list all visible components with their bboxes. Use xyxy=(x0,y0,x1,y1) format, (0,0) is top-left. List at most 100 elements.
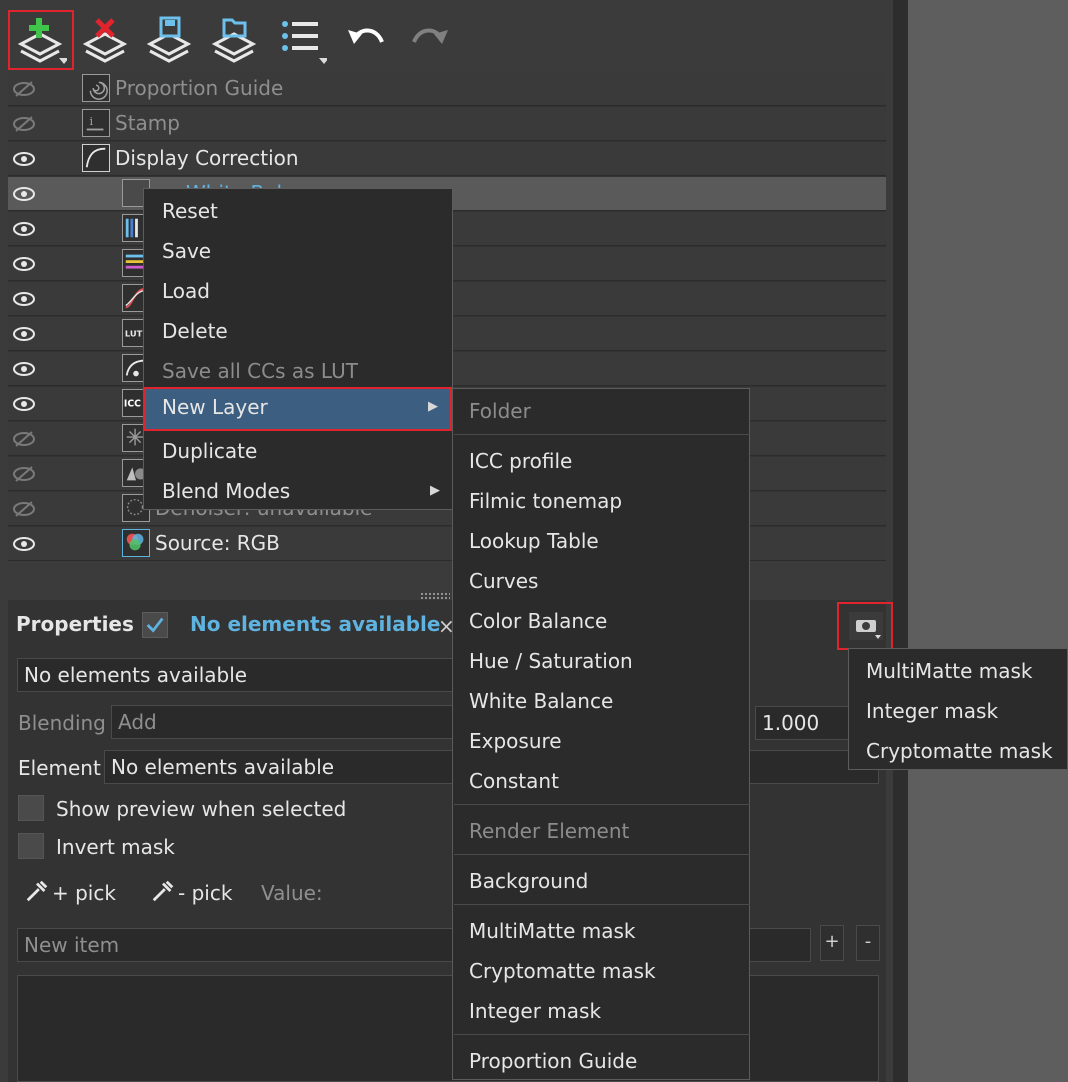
layer-list-button[interactable] xyxy=(273,14,327,64)
show-preview-label: Show preview when selected xyxy=(56,797,347,821)
layer-row-display-correction[interactable]: Display Correction xyxy=(8,142,886,176)
menu-separator xyxy=(454,804,750,805)
panel-divider xyxy=(893,0,908,1082)
submenu-item-folder[interactable]: Folder xyxy=(453,391,749,431)
eye-icon[interactable] xyxy=(12,220,36,238)
save-layer-icon xyxy=(146,16,192,63)
submenu-item-filmic-tonemap[interactable]: Filmic tonemap xyxy=(453,481,749,521)
pick-plus-label: + pick xyxy=(52,881,116,905)
mask-menu-item-cryptomatte[interactable]: Cryptomatte mask xyxy=(849,731,1067,771)
menu-item-label: Blend Modes xyxy=(162,479,291,503)
menu-item-new-layer[interactable]: New Layer ▶ xyxy=(144,387,452,431)
panel-splitter[interactable] xyxy=(420,592,450,600)
layer-row-proportion-guide[interactable]: Proportion Guide xyxy=(8,72,886,106)
submenu-item-background[interactable]: Background xyxy=(453,861,749,901)
show-preview-checkbox[interactable] xyxy=(18,795,44,821)
layers-toolbar xyxy=(0,0,893,72)
layer-name: Proportion Guide xyxy=(115,76,284,100)
eye-icon[interactable] xyxy=(12,535,36,553)
menu-item-load[interactable]: Load xyxy=(144,271,452,311)
invert-mask-label: Invert mask xyxy=(56,835,175,859)
menu-separator xyxy=(454,434,750,435)
new-layer-submenu: Folder ICC profile Filmic tonemap Lookup… xyxy=(452,388,750,1080)
element-label: Element xyxy=(18,756,101,780)
hidden-icon[interactable] xyxy=(12,465,36,483)
undo-icon xyxy=(348,28,384,44)
element-type-select[interactable]: No elements available xyxy=(17,658,457,692)
svg-text:LUT: LUT xyxy=(125,329,143,339)
value-label: Value: xyxy=(261,881,323,905)
eye-icon[interactable] xyxy=(12,360,36,378)
invert-mask-checkbox[interactable] xyxy=(18,833,44,859)
mask-icon xyxy=(856,620,881,639)
menu-item-save[interactable]: Save xyxy=(144,231,452,271)
hidden-icon[interactable] xyxy=(12,80,36,98)
submenu-item-proportion-guide[interactable]: Proportion Guide xyxy=(453,1041,749,1081)
add-item-button[interactable]: + xyxy=(820,925,844,961)
new-item-input-extension[interactable] xyxy=(749,928,811,962)
save-layer-button[interactable] xyxy=(142,14,196,64)
enable-checkbox[interactable] xyxy=(142,612,168,638)
element-select[interactable]: No elements available xyxy=(104,750,457,784)
menu-item-save-all-ccs-as-lut[interactable]: Save all CCs as LUT xyxy=(144,351,452,391)
layer-context-menu: Reset Save Load Delete Save all CCs as L… xyxy=(143,188,453,510)
submenu-item-lookup-table[interactable]: Lookup Table xyxy=(453,521,749,561)
checkmark-icon xyxy=(146,617,164,633)
properties-title: Properties xyxy=(16,612,134,636)
eye-icon[interactable] xyxy=(12,395,36,413)
eyedropper-icon xyxy=(26,880,48,902)
redo-button[interactable] xyxy=(402,14,456,64)
layer-name: Display Correction xyxy=(115,146,299,170)
menu-item-duplicate[interactable]: Duplicate xyxy=(144,431,452,471)
undo-button[interactable] xyxy=(340,14,394,64)
submenu-item-cryptomatte-mask[interactable]: Cryptomatte mask xyxy=(453,951,749,991)
load-layer-button[interactable] xyxy=(207,14,261,64)
add-mask-button[interactable] xyxy=(849,612,883,640)
submenu-item-render-element[interactable]: Render Element xyxy=(453,811,749,851)
submenu-item-multimatte-mask[interactable]: MultiMatte mask xyxy=(453,911,749,951)
pick-plus-button[interactable]: + pick xyxy=(24,878,120,908)
layer-list-icon xyxy=(282,21,327,64)
hidden-icon[interactable] xyxy=(12,115,36,133)
eye-icon[interactable] xyxy=(12,255,36,273)
add-layer-button[interactable] xyxy=(13,14,67,64)
hidden-icon[interactable] xyxy=(12,430,36,448)
eye-icon[interactable] xyxy=(12,185,36,203)
new-item-input[interactable]: New item xyxy=(17,928,457,962)
submenu-item-constant[interactable]: Constant xyxy=(453,761,749,801)
submenu-item-hue-saturation[interactable]: Hue / Saturation xyxy=(453,641,749,681)
menu-separator xyxy=(454,854,750,855)
submenu-item-curves[interactable]: Curves xyxy=(453,561,749,601)
submenu-arrow-icon: ▶ xyxy=(428,399,438,414)
delete-layer-icon xyxy=(82,18,128,63)
remove-item-button[interactable]: - xyxy=(856,925,880,961)
blending-select[interactable]: Add xyxy=(111,705,457,739)
menu-item-delete[interactable]: Delete xyxy=(144,311,452,351)
submenu-item-color-balance[interactable]: Color Balance xyxy=(453,601,749,641)
mask-menu-item-integer[interactable]: Integer mask xyxy=(849,691,1067,731)
svg-text:i: i xyxy=(90,115,94,128)
eye-icon[interactable] xyxy=(12,290,36,308)
menu-item-blend-modes[interactable]: Blend Modes ▶ xyxy=(144,471,452,511)
hidden-icon[interactable] xyxy=(12,500,36,518)
menu-separator xyxy=(454,1034,750,1035)
menu-item-reset[interactable]: Reset xyxy=(144,191,452,231)
svg-text:ICC: ICC xyxy=(124,399,141,410)
delete-layer-button[interactable] xyxy=(78,14,132,64)
opacity-field[interactable]: 1.000 xyxy=(755,706,851,740)
load-layer-icon xyxy=(211,18,257,63)
layer-name: Source: RGB xyxy=(155,531,280,555)
mask-menu-item-multimatte[interactable]: MultiMatte mask xyxy=(849,651,1067,691)
layer-row-source[interactable]: Source: RGB xyxy=(8,527,886,561)
submenu-item-integer-mask[interactable]: Integer mask xyxy=(453,991,749,1031)
pick-minus-label: - pick xyxy=(178,881,233,905)
layer-row-stamp[interactable]: i Stamp xyxy=(8,107,886,141)
submenu-item-exposure[interactable]: Exposure xyxy=(453,721,749,761)
pick-minus-button[interactable]: - pick xyxy=(150,878,246,908)
eye-icon[interactable] xyxy=(12,325,36,343)
submenu-item-icc-profile[interactable]: ICC profile xyxy=(453,441,749,481)
submenu-item-white-balance[interactable]: White Balance xyxy=(453,681,749,721)
viewport-area xyxy=(908,0,1068,1082)
redo-icon xyxy=(412,28,448,44)
eye-icon[interactable] xyxy=(12,150,36,168)
